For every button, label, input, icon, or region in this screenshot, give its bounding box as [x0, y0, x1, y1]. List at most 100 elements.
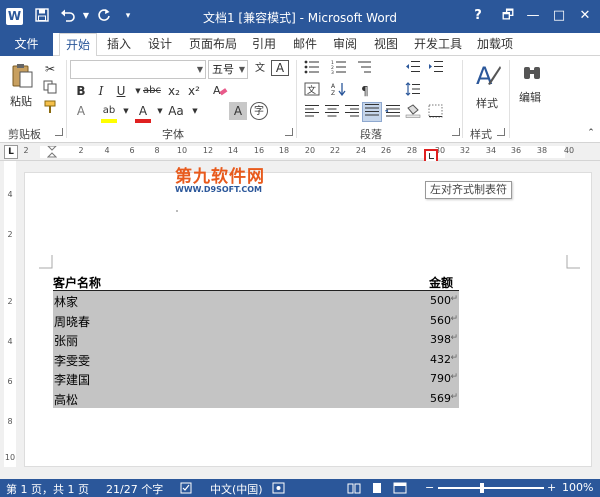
bullets-icon[interactable]: [303, 60, 321, 78]
align-right-icon[interactable]: [343, 104, 361, 122]
show-hide-marks-icon[interactable]: ¶: [356, 82, 374, 100]
styles-launcher-icon[interactable]: [497, 128, 505, 136]
change-case-dropdown-icon[interactable]: ▼: [186, 102, 204, 120]
character-shading-button[interactable]: A: [229, 102, 247, 120]
character-border-icon[interactable]: A: [271, 60, 289, 76]
editing-button-label[interactable]: 编辑: [519, 89, 541, 105]
align-center-icon[interactable]: [323, 104, 341, 122]
styles-icon[interactable]: A: [474, 60, 502, 92]
minimize-button[interactable]: —: [522, 6, 544, 26]
font-color-button[interactable]: A: [134, 102, 152, 120]
vruler-mark: 8: [7, 417, 13, 426]
highlight-button[interactable]: ab: [100, 102, 118, 120]
table-row[interactable]: 周晓春 560 ↵: [53, 310, 459, 330]
ruler-mark: 36: [510, 146, 522, 155]
customer-amount: 500: [430, 294, 451, 307]
chinese-layout-icon[interactable]: 文: [303, 82, 321, 100]
ruler-mark: 26: [380, 146, 392, 155]
ribbon-home: 粘贴 ✂ 剪贴板 ▼ 五号 ▼ 文 A B I U ▼ abc x₂ x² A A…: [0, 56, 600, 143]
help-button[interactable]: ?: [467, 6, 489, 26]
horizontal-scroll-area[interactable]: [0, 467, 600, 479]
underline-button[interactable]: U: [112, 82, 130, 100]
svg-text:A: A: [331, 83, 336, 90]
ruler-mark: 22: [329, 146, 341, 155]
subscript-button[interactable]: x₂: [165, 82, 183, 100]
copy-icon[interactable]: [41, 80, 59, 98]
strikethrough-button[interactable]: abc: [143, 82, 161, 100]
collapse-ribbon-icon[interactable]: ⌃: [582, 124, 600, 142]
tab-review[interactable]: 审阅: [327, 33, 363, 56]
table-row[interactable]: 高松 569 ↵: [53, 388, 459, 408]
zoom-slider-track[interactable]: [438, 487, 544, 489]
ribbon-display-options-button[interactable]: 🗗: [497, 6, 519, 26]
tab-home[interactable]: 开始: [59, 33, 97, 57]
numbering-icon[interactable]: 123: [330, 60, 348, 78]
font-launcher-icon[interactable]: [285, 128, 293, 136]
enclose-characters-button[interactable]: 字: [250, 102, 268, 120]
tab-selector-button[interactable]: L: [4, 145, 18, 159]
multilevel-list-icon[interactable]: [356, 60, 374, 78]
tab-references[interactable]: 引用: [246, 33, 282, 56]
font-name-combo[interactable]: ▼: [70, 60, 206, 79]
word-count-status[interactable]: 21/27 个字: [106, 481, 163, 497]
borders-icon[interactable]: [427, 104, 445, 122]
web-layout-icon[interactable]: [393, 482, 407, 497]
find-binoculars-icon[interactable]: [521, 62, 543, 84]
change-case-button[interactable]: Aa: [165, 102, 187, 120]
table-row[interactable]: 林家 500 ↵: [53, 291, 459, 311]
zoom-in-button[interactable]: +: [547, 481, 556, 494]
read-mode-icon[interactable]: [347, 482, 361, 497]
maximize-button[interactable]: □: [548, 6, 570, 26]
distributed-icon[interactable]: [384, 104, 402, 122]
table-row[interactable]: 李雯雯 432 ↵: [53, 349, 459, 369]
macro-record-icon[interactable]: [272, 482, 285, 497]
decrease-indent-icon[interactable]: [404, 60, 422, 78]
format-painter-icon[interactable]: [41, 100, 59, 118]
paragraph-launcher-icon[interactable]: [452, 128, 460, 136]
print-layout-icon[interactable]: [370, 482, 384, 497]
phonetic-guide-icon[interactable]: 文: [251, 60, 269, 78]
shading-icon[interactable]: [404, 104, 422, 122]
increase-indent-icon[interactable]: [427, 60, 445, 78]
horizontal-ruler[interactable]: L 2 2 4 6 8 10 12 14 16 18 20 22 24 26 2…: [0, 143, 600, 161]
line-spacing-icon[interactable]: [404, 82, 422, 100]
proofing-icon[interactable]: [180, 482, 193, 497]
tab-insert[interactable]: 插入: [101, 33, 137, 56]
table-row[interactable]: 李建国 790 ↵: [53, 369, 459, 389]
page-count-status[interactable]: 第 1 页，共 1 页: [6, 481, 89, 497]
styles-button-label[interactable]: 样式: [476, 95, 498, 111]
cut-icon[interactable]: ✂: [41, 60, 59, 78]
language-status[interactable]: 中文(中国): [210, 481, 263, 497]
clipboard-launcher-icon[interactable]: [55, 128, 63, 136]
highlight-dropdown-icon[interactable]: ▼: [117, 102, 135, 120]
group-divider: [66, 60, 67, 138]
customer-table[interactable]: 客户名称 金额 林家 500 ↵ 周晓春 560 ↵ 张丽 398 ↵ 李雯雯 …: [53, 273, 459, 408]
zoom-level[interactable]: 100%: [562, 481, 593, 494]
indent-marker-icon[interactable]: [44, 145, 60, 160]
align-left-icon[interactable]: [303, 104, 321, 122]
tab-file[interactable]: 文件: [0, 33, 53, 56]
tab-page-layout[interactable]: 页面布局: [184, 33, 242, 56]
ruler-mark: 2: [23, 146, 29, 155]
paste-icon[interactable]: [10, 62, 34, 90]
bold-button[interactable]: B: [72, 82, 90, 100]
tab-addins[interactable]: 加载项: [471, 33, 519, 56]
table-row[interactable]: 张丽 398 ↵: [53, 330, 459, 350]
paste-button-label[interactable]: 粘贴: [10, 93, 32, 109]
tab-mailings[interactable]: 邮件: [287, 33, 323, 56]
text-effects-icon[interactable]: A: [72, 102, 90, 120]
zoom-out-button[interactable]: −: [425, 481, 434, 494]
vertical-ruler[interactable]: 4 2 2 4 6 8 10: [0, 161, 20, 467]
zoom-slider-thumb[interactable]: [480, 483, 484, 493]
tab-design[interactable]: 设计: [142, 33, 178, 56]
close-button[interactable]: ✕: [574, 6, 596, 26]
superscript-button[interactable]: x²: [185, 82, 203, 100]
tab-view[interactable]: 视图: [368, 33, 404, 56]
clear-formatting-icon[interactable]: A: [211, 82, 229, 100]
group-divider: [296, 60, 297, 138]
sort-icon[interactable]: AZ: [330, 82, 348, 100]
tab-developer[interactable]: 开发工具: [408, 33, 468, 56]
justify-icon[interactable]: [362, 102, 382, 122]
font-size-combo[interactable]: 五号 ▼: [208, 60, 248, 79]
italic-button[interactable]: I: [92, 82, 110, 100]
